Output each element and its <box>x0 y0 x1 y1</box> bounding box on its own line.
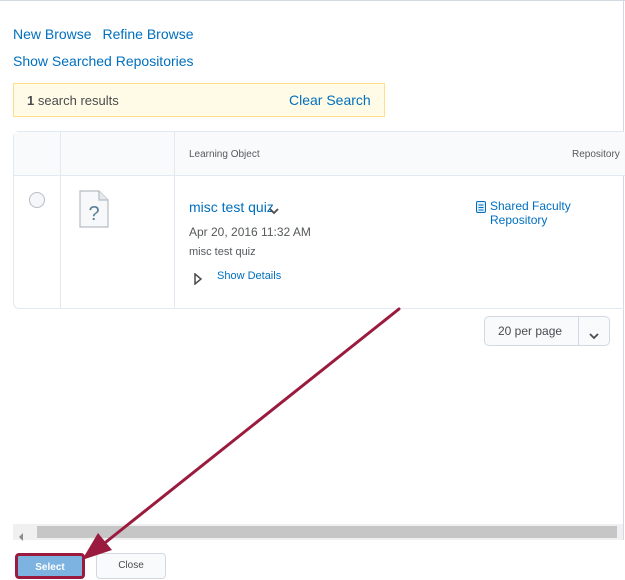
svg-text:?: ? <box>88 203 99 225</box>
repository-icon <box>476 200 486 218</box>
show-details-link[interactable]: Show Details <box>217 270 281 282</box>
per-page-value: 20 per page <box>498 324 563 338</box>
top-divider <box>0 0 625 1</box>
clear-search-link[interactable]: Clear Search <box>289 92 371 108</box>
results-count-label: search results <box>34 93 119 108</box>
browse-nav: New Browse Refine Browse <box>13 26 201 42</box>
repository-link[interactable]: Shared Faculty Repository <box>490 199 624 227</box>
learning-object-description: misc test quiz <box>189 246 256 258</box>
close-button[interactable]: Close <box>96 553 166 579</box>
per-page-divider <box>578 317 579 345</box>
header-learning-object: Learning Object <box>189 149 260 160</box>
column-divider <box>60 132 61 308</box>
learning-object-date: Apr 20, 2016 11:32 AM <box>189 225 311 239</box>
column-divider <box>174 132 175 308</box>
learning-object-table: Learning Object Repository ? misc test q… <box>13 131 625 309</box>
header-repository: Repository <box>572 149 620 160</box>
search-results-bar: 1 search results Clear Search <box>13 83 385 117</box>
chevron-down-icon[interactable] <box>269 202 279 220</box>
repositories-nav: Show Searched Repositories <box>13 53 194 69</box>
show-searched-repositories-link[interactable]: Show Searched Repositories <box>13 53 194 69</box>
expand-triangle-icon[interactable] <box>194 272 203 290</box>
new-browse-link[interactable]: New Browse <box>13 26 92 42</box>
row-select-radio[interactable] <box>29 192 45 208</box>
select-button[interactable]: Select <box>15 553 85 579</box>
scroll-left-arrow-icon[interactable] <box>18 528 24 546</box>
table-header <box>14 132 625 176</box>
chevron-down-icon <box>589 327 599 345</box>
learning-object-title-link[interactable]: misc test quiz <box>189 199 274 215</box>
unknown-file-icon: ? <box>79 190 109 233</box>
scrollbar-thumb[interactable] <box>37 526 617 538</box>
horizontal-scrollbar[interactable] <box>13 524 623 541</box>
search-results-count: 1 search results <box>27 93 119 108</box>
per-page-select[interactable]: 20 per page <box>484 316 610 346</box>
refine-browse-link[interactable]: Refine Browse <box>102 26 193 42</box>
